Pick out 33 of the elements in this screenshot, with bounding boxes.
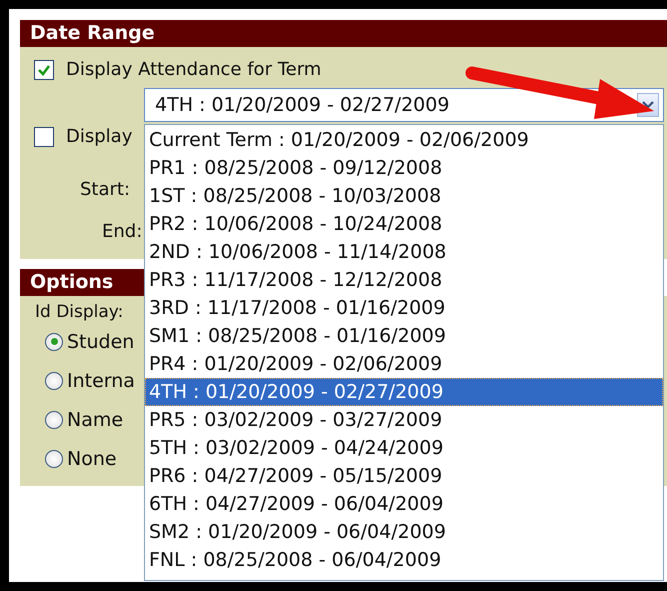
- checkbox[interactable]: [34, 60, 54, 80]
- radio-button[interactable]: [45, 372, 63, 390]
- section-header: Date Range: [20, 20, 667, 47]
- dropdown-option[interactable]: 6TH : 04/27/2009 - 06/04/2009: [145, 490, 663, 518]
- start-label: Start:: [80, 179, 130, 200]
- dropdown-option[interactable]: 4TH : 01/20/2009 - 02/27/2009: [145, 378, 663, 406]
- radio-label: Studen: [67, 330, 134, 352]
- field-label: Id Display:: [35, 302, 124, 322]
- dropdown-option[interactable]: PR1 : 08/25/2008 - 09/12/2008: [145, 154, 663, 182]
- checkbox-label: Display Attendance for Term: [66, 59, 322, 80]
- dropdown-option[interactable]: 3RD : 11/17/2008 - 01/16/2009: [145, 294, 663, 322]
- end-label: End:: [102, 221, 142, 242]
- radio-button[interactable]: [45, 332, 63, 350]
- check-icon: [37, 62, 51, 76]
- dropdown-option[interactable]: SM1 : 08/25/2008 - 01/16/2009: [145, 322, 663, 350]
- checkbox[interactable]: [34, 126, 54, 146]
- dropdown-option[interactable]: PR2 : 10/06/2008 - 10/24/2008: [145, 210, 663, 238]
- dropdown-option[interactable]: Current Term : 01/20/2009 - 02/06/2009: [145, 126, 663, 154]
- radio-label: None: [67, 448, 117, 470]
- dropdown-option[interactable]: PR5 : 03/02/2009 - 03/27/2009: [145, 406, 663, 434]
- dropdown-option[interactable]: PR6 : 04/27/2009 - 05/15/2009: [145, 462, 663, 490]
- dropdown-option[interactable]: 1ST : 08/25/2008 - 10/03/2008: [145, 182, 663, 210]
- checkbox-label: Display: [66, 126, 132, 147]
- radio-label: Name: [67, 408, 124, 430]
- radio-button[interactable]: [45, 450, 63, 468]
- dropdown-option[interactable]: FNL : 08/25/2008 - 06/04/2009: [145, 546, 663, 574]
- radio-label: Interna: [67, 370, 135, 392]
- radio-button[interactable]: [45, 410, 63, 428]
- dropdown-option[interactable]: 2ND : 10/06/2008 - 11/14/2008: [145, 238, 663, 266]
- dropdown-option[interactable]: 5TH : 03/02/2009 - 04/24/2009: [145, 434, 663, 462]
- dropdown-option[interactable]: PR4 : 01/20/2009 - 02/06/2009: [145, 350, 663, 378]
- term-select[interactable]: 4TH : 01/20/2009 - 02/27/2009: [144, 88, 664, 122]
- dropdown-option[interactable]: SM2 : 01/20/2009 - 06/04/2009: [145, 518, 663, 546]
